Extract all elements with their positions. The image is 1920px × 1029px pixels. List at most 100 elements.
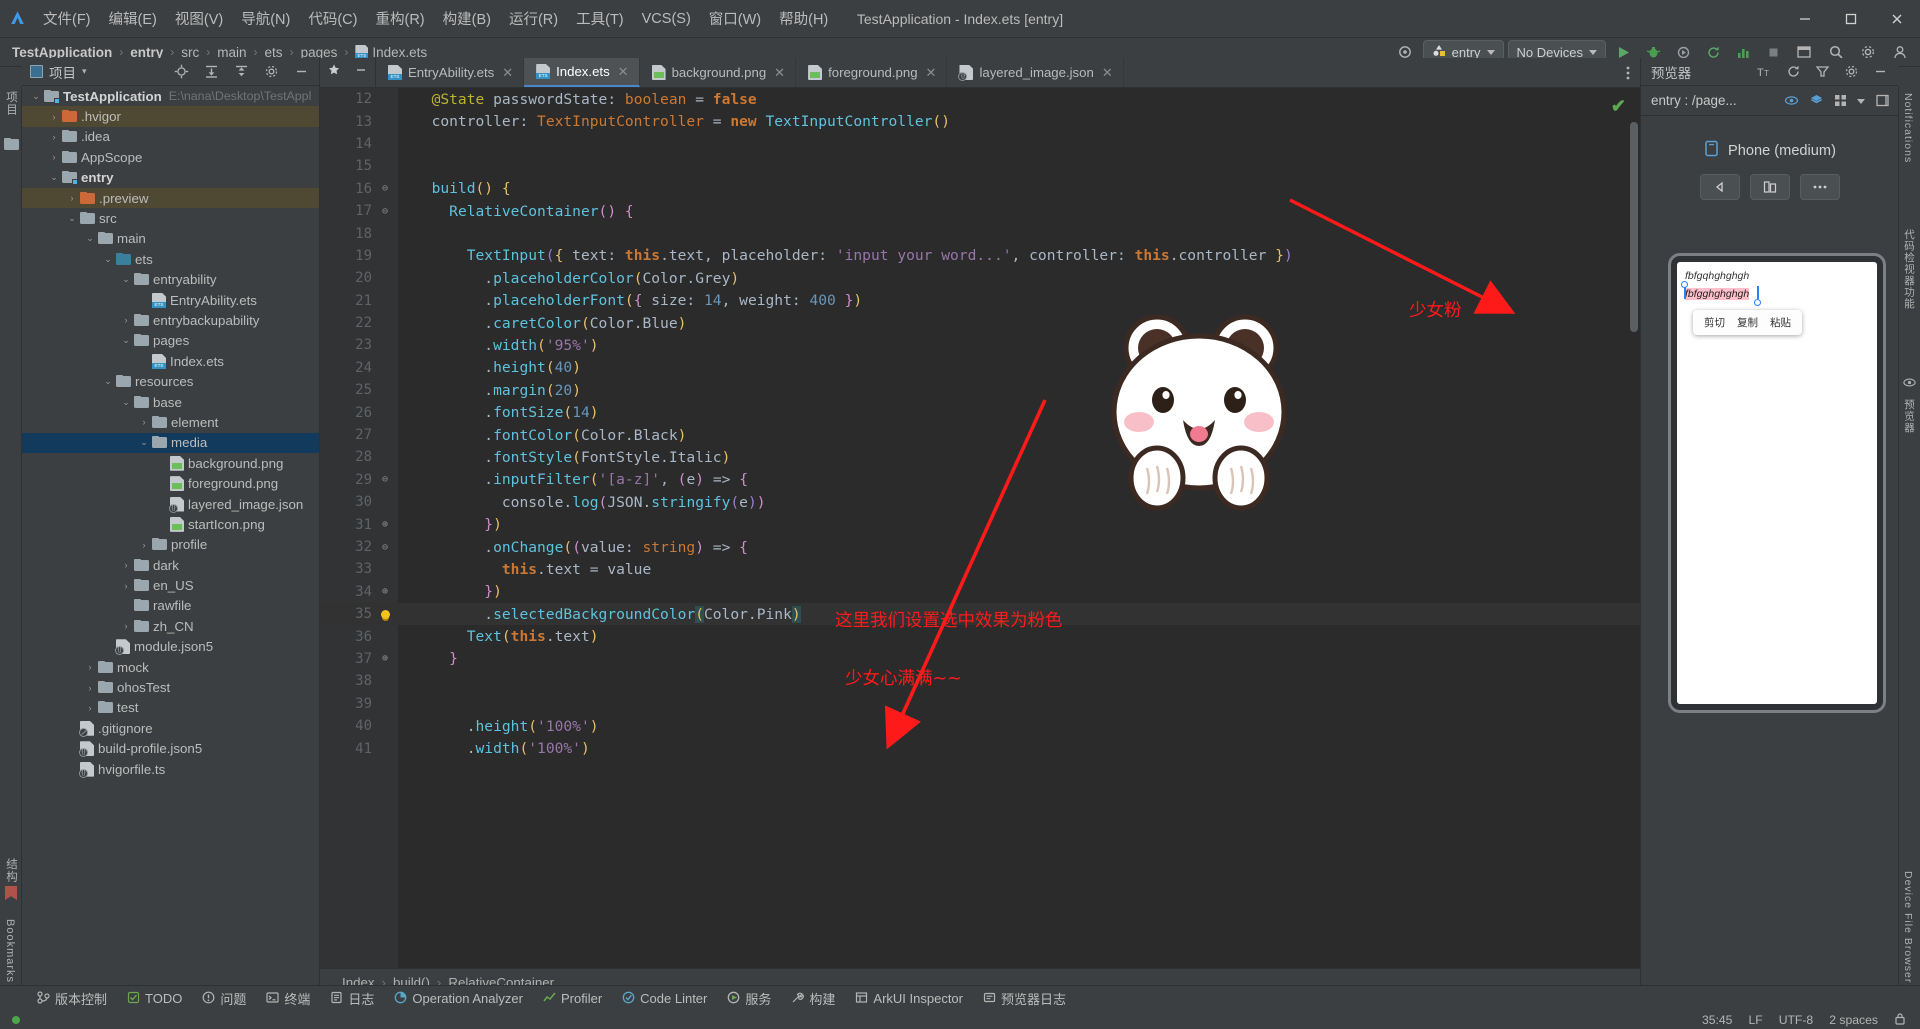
tree-arrow-icon[interactable]: ›: [120, 560, 132, 570]
editor-tab-background-png[interactable]: background.png ✕: [640, 58, 797, 87]
code-lines[interactable]: 12 @State passwordState: boolean = false…: [320, 88, 1640, 968]
structure-icon[interactable]: [4, 138, 19, 150]
tree-item-pages[interactable]: ⌄ pages: [22, 331, 319, 351]
locate-icon[interactable]: [167, 60, 195, 84]
code-line-20[interactable]: 20 .placeholderColor(Color.Grey): [320, 267, 1640, 289]
tree-arrow-icon[interactable]: ⌄: [120, 397, 132, 408]
code-line-31[interactable]: 31 ⊕ }): [320, 513, 1640, 535]
tree-arrow-icon[interactable]: ›: [48, 112, 60, 122]
tree-arrow-icon[interactable]: ⌄: [30, 91, 42, 102]
code-fold-icon[interactable]: ⊕: [372, 519, 398, 530]
tree-item-rawfile[interactable]: rawfile: [22, 596, 319, 616]
menu-item-4[interactable]: 代码(C): [299, 4, 366, 33]
tree-item--preview[interactable]: › .preview: [22, 187, 319, 209]
code-line-27[interactable]: 27 .fontColor(Color.Black): [320, 424, 1640, 446]
tree-arrow-icon[interactable]: ⌄: [66, 213, 78, 224]
code-line-17[interactable]: 17 ⊖ RelativeContainer() {: [320, 200, 1640, 222]
tree-arrow-icon[interactable]: ⌄: [102, 376, 114, 387]
tree-arrow-icon[interactable]: ›: [138, 417, 150, 427]
tree-item-en-us[interactable]: › en_US: [22, 575, 319, 595]
tree-arrow-icon[interactable]: ›: [84, 703, 96, 713]
close-icon[interactable]: ✕: [926, 65, 937, 81]
menu-item-7[interactable]: 运行(R): [500, 4, 567, 33]
sidebar-item-project[interactable]: 项目: [3, 88, 19, 119]
preview-text-input[interactable]: fbfgghghghgh: [1685, 288, 1750, 300]
code-line-15[interactable]: 15: [320, 155, 1640, 177]
tree-item-background-png[interactable]: background.png: [22, 453, 319, 473]
code-fold-icon[interactable]: ⊖: [372, 183, 398, 194]
code-line-32[interactable]: 32 ⊖ .onChange((value: string) => {: [320, 536, 1640, 558]
font-size-icon[interactable]: TT: [1750, 60, 1778, 84]
code-line-16[interactable]: 16 ⊖ build() {: [320, 178, 1640, 200]
menu-item-2[interactable]: 视图(V): [166, 4, 232, 33]
hide-panel-icon[interactable]: [287, 60, 315, 84]
tree-item-entry[interactable]: ⌄ entry: [22, 168, 319, 188]
tree-item--idea[interactable]: › .idea: [22, 127, 319, 147]
device-file-browser-label[interactable]: Device File Browser: [1902, 868, 1914, 986]
tree-item-foreground-png[interactable]: foreground.png: [22, 473, 319, 493]
chevron-down-icon[interactable]: [1853, 89, 1869, 113]
code-structure-label[interactable]: 代码检视器功能: [1902, 226, 1917, 313]
text-context-menu[interactable]: 剪切 复制 粘贴: [1693, 310, 1802, 335]
code-line-37[interactable]: 37 ⊕ }: [320, 648, 1640, 670]
menu-item-10[interactable]: 窗口(W): [700, 4, 770, 33]
tree-item-base[interactable]: ⌄ base: [22, 392, 319, 412]
refresh-icon[interactable]: [1779, 60, 1807, 84]
tree-arrow-icon[interactable]: ›: [48, 132, 60, 142]
tree-arrow-icon[interactable]: ›: [138, 540, 150, 550]
context-menu-item-0[interactable]: 剪切: [1704, 315, 1725, 330]
editor-tab-layered-image-json[interactable]: {} layered_image.json ✕: [947, 58, 1124, 87]
code-fold-icon[interactable]: ⊕: [372, 586, 398, 597]
collapse-all-icon[interactable]: [227, 60, 255, 84]
tree-item-entrybackupability[interactable]: › entrybackupability: [22, 310, 319, 330]
settings-icon[interactable]: [257, 60, 285, 84]
tree-item--hvigor[interactable]: › .hvigor: [22, 106, 319, 127]
eye-icon[interactable]: [1780, 89, 1802, 113]
close-icon[interactable]: ✕: [1102, 65, 1113, 81]
code-line-26[interactable]: 26 .fontSize(14): [320, 401, 1640, 423]
line-separator[interactable]: LF: [1748, 1013, 1762, 1027]
tree-item-main[interactable]: ⌄ main: [22, 229, 319, 249]
selection-handle-left[interactable]: [1681, 281, 1688, 288]
lock-icon[interactable]: [1894, 1012, 1906, 1028]
tree-item--gitignore[interactable]: .gitignore: [22, 718, 319, 738]
bottom-tool-bar[interactable]: 版本控制 TODO 问题 终端 日志 Operation Analyzer Profiler…: [0, 985, 1920, 1011]
menu-item-8[interactable]: 工具(T): [567, 4, 633, 33]
selection-handle-right[interactable]: [1754, 299, 1761, 306]
caret-position[interactable]: 35:45: [1702, 1013, 1733, 1027]
editor-tab-entryability-ets[interactable]: ETS EntryAbility.ets ✕: [376, 58, 525, 87]
previewer-hide-icon[interactable]: [1866, 60, 1894, 84]
tree-item-test[interactable]: › test: [22, 698, 319, 718]
file-encoding[interactable]: UTF-8: [1779, 1013, 1814, 1027]
maximize-button[interactable]: [1828, 0, 1874, 38]
code-line-34[interactable]: 34 ⊕ }): [320, 581, 1640, 603]
menu-item-3[interactable]: 导航(N): [232, 4, 299, 33]
pin-tab-icon[interactable]: [327, 63, 341, 82]
hide-tabs-icon[interactable]: [354, 63, 368, 82]
tree-arrow-icon[interactable]: ⌄: [120, 335, 132, 346]
bottom-bar-item-3[interactable]: 终端: [257, 987, 319, 1010]
bottom-bar-item-1[interactable]: TODO: [118, 989, 191, 1009]
previewer-file-label[interactable]: entry : /page...: [1651, 93, 1737, 108]
bottom-bar-item-6[interactable]: Profiler: [534, 989, 611, 1009]
menu-item-6[interactable]: 构建(B): [434, 4, 500, 33]
chevron-down-icon[interactable]: ▾: [82, 66, 87, 77]
more-icon[interactable]: [1799, 174, 1840, 200]
tree-arrow-icon[interactable]: ›: [84, 683, 96, 693]
code-line-29[interactable]: 29 ⊖ .inputFilter('[a-z]', (e) => {: [320, 469, 1640, 491]
tree-item-dark[interactable]: › dark: [22, 555, 319, 575]
context-menu-item-1[interactable]: 复制: [1737, 315, 1758, 330]
intention-bulb-icon[interactable]: [372, 606, 398, 623]
tree-item-zh-cn[interactable]: › zh_CN: [22, 616, 319, 636]
code-line-14[interactable]: 14: [320, 133, 1640, 155]
editor-tab-foreground-png[interactable]: foreground.png ✕: [796, 58, 948, 87]
grid-icon[interactable]: [1830, 89, 1850, 113]
code-line-18[interactable]: 18: [320, 222, 1640, 244]
rotate-icon[interactable]: [1699, 174, 1740, 200]
tree-item-resources[interactable]: ⌄ resources: [22, 371, 319, 391]
minimize-button[interactable]: [1782, 0, 1828, 38]
code-fold-icon[interactable]: ⊖: [372, 542, 398, 553]
close-icon[interactable]: ✕: [774, 65, 785, 81]
tree-item-starticon-png[interactable]: startIcon.png: [22, 514, 319, 534]
code-fold-icon[interactable]: ⊖: [372, 474, 398, 485]
